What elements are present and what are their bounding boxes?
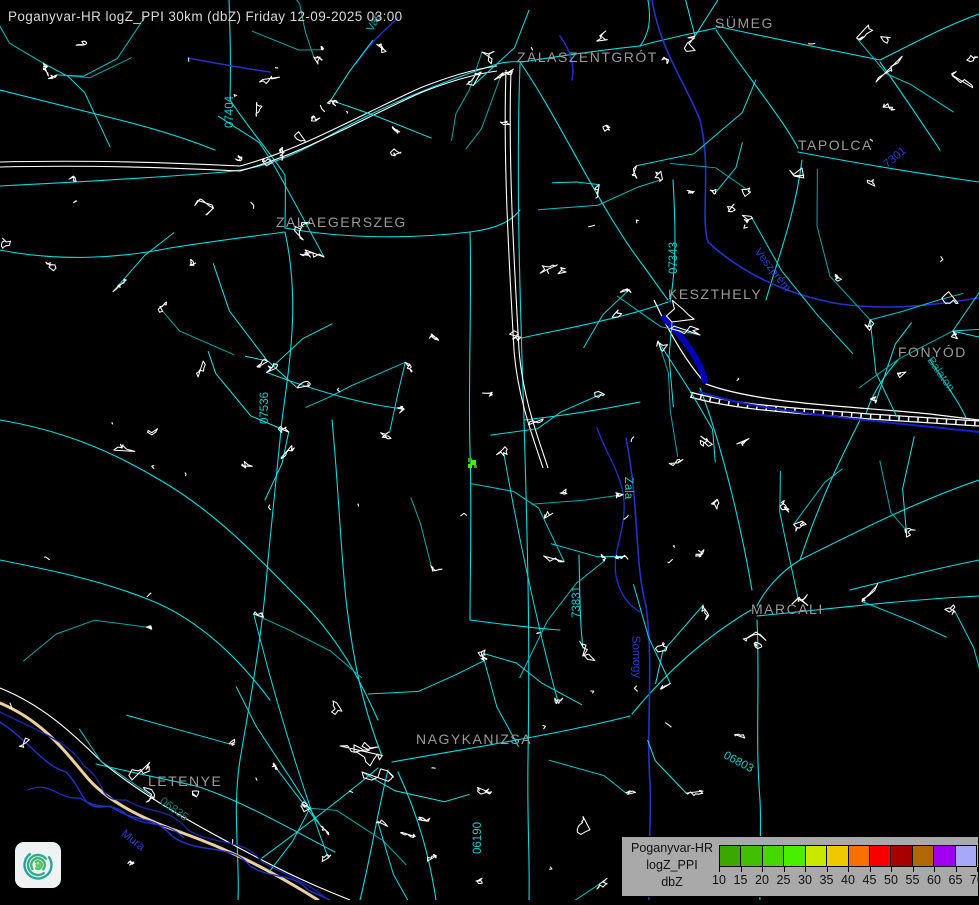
legend-color-cell — [740, 845, 762, 867]
met-spiral-logo — [15, 842, 61, 888]
legend-tick-mark — [827, 867, 828, 872]
legend-tick-mark — [805, 867, 806, 872]
legend-tick-mark — [870, 867, 871, 872]
road-label-06803: 06803 — [721, 750, 755, 776]
river-label-mura: Mura — [119, 828, 148, 854]
legend-tick-mark — [784, 867, 785, 872]
legend-color-cell — [912, 845, 934, 867]
road-label-07536: 07536 — [259, 392, 271, 424]
legend-line-unit: dbZ — [626, 874, 718, 891]
road-label-7301: 7301 — [881, 145, 908, 171]
legend-color-cell — [890, 845, 912, 867]
city-label-marcali: MARCALI — [751, 601, 824, 617]
legend-tick-scale: 10152025303540455055606570 — [719, 867, 977, 893]
legend-tick-mark — [977, 867, 978, 872]
legend-color-cell — [869, 845, 891, 867]
spiral-icon — [15, 842, 61, 888]
legend-tick-mark — [934, 867, 935, 872]
legend-tick-mark — [848, 867, 849, 872]
road-label-73831: 73831 — [571, 586, 583, 618]
lake-label-balaton: Balaton — [924, 355, 956, 394]
county-label-somogy: Somogy — [629, 636, 642, 679]
legend-panel: Poganyvar-HR logZ_PPI dbZ 10152025303540… — [621, 836, 979, 897]
city-label-zalaegerszeg: ZALAEGERSZEG — [276, 214, 407, 230]
legend-color-cell — [719, 845, 741, 867]
legend-color-cell — [826, 845, 848, 867]
river-label-zala: Zala — [622, 477, 634, 500]
legend-color-cell — [805, 845, 827, 867]
legend-text-block: Poganyvar-HR logZ_PPI dbZ — [626, 840, 718, 891]
city-label-letenye: LETENYE — [148, 773, 222, 789]
legend-tick-mark — [956, 867, 957, 872]
legend-tick-mark — [913, 867, 914, 872]
city-label-keszthely: KESZTHELY — [668, 286, 762, 302]
legend-tick-mark — [891, 867, 892, 872]
legend-colorbar — [719, 845, 977, 867]
radar-title: Poganyvar-HR logZ_PPI 30km (dbZ) Friday … — [8, 9, 403, 24]
road-label-06190: 06190 — [472, 822, 484, 854]
legend-color-cell — [848, 845, 870, 867]
legend-tick-mark — [762, 867, 763, 872]
legend-tick-mark — [741, 867, 742, 872]
road-label-07343: 07343 — [668, 242, 680, 274]
city-label-sumeg: SÜMEG — [715, 14, 774, 31]
city-label-zalaszentgrot: ZALASZENTGRÓT — [517, 49, 658, 65]
boundaries-layer — [188, 0, 979, 900]
radar-echo — [468, 458, 477, 468]
legend-color-cell — [933, 845, 955, 867]
road-label-07404: 07404 — [224, 95, 236, 128]
city-label-nagykanizsa: NAGYKANIZSA — [416, 731, 532, 747]
villages-layer — [1, 25, 977, 889]
legend-line-radar: Poganyvar-HR — [626, 840, 718, 857]
legend-line-product: logZ_PPI — [626, 857, 718, 874]
city-label-fonyod: FONYÓD — [898, 344, 967, 360]
legend-color-cell — [955, 845, 977, 867]
radar-map-stage: 07404 07536 07343 73831 06190 06803 0683… — [0, 0, 979, 900]
legend-tick-mark — [719, 867, 720, 872]
legend-tick-label: 70 — [964, 873, 979, 887]
legend-color-cell — [783, 845, 805, 867]
city-label-tapolca: TAPOLCA — [798, 137, 873, 153]
road-label-06835: 06835 — [157, 795, 190, 824]
map-canvas: 07404 07536 07343 73831 06190 06803 0683… — [0, 0, 979, 900]
legend-color-cell — [762, 845, 784, 867]
